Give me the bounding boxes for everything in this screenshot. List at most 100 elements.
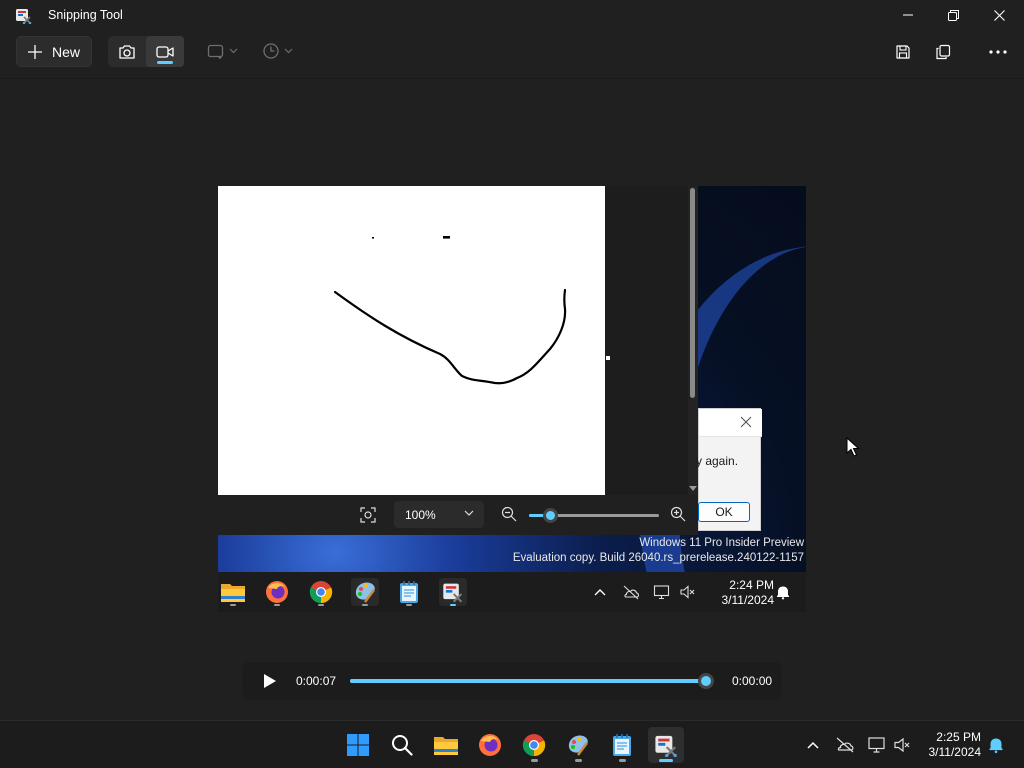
seek-knob[interactable]	[698, 673, 714, 689]
captured-date: 3/11/2024	[721, 593, 775, 607]
window-title: Snipping Tool	[48, 8, 123, 22]
recording-frame: 100% y again. OK Windows 11 Pro Insider …	[218, 186, 806, 612]
notification-bell-icon[interactable]	[986, 736, 1006, 754]
copy-button[interactable]	[929, 38, 957, 66]
taskbar-firefox[interactable]	[472, 727, 508, 763]
scroll-down-arrow-icon[interactable]	[689, 484, 697, 492]
clock-time: 2:25 PM	[936, 730, 981, 744]
onedrive-icon[interactable]	[835, 736, 855, 754]
captured-firefox	[263, 578, 291, 606]
paint-status-bar: 100%	[218, 495, 698, 535]
plus-icon	[28, 44, 42, 59]
camera-icon	[119, 44, 135, 59]
firefox-icon	[266, 581, 288, 603]
zoom-level-value: 100%	[405, 507, 436, 522]
record-mode-button[interactable]	[146, 36, 184, 67]
captured-onedrive-icon	[623, 585, 639, 600]
taskbar-file-explorer[interactable]	[428, 727, 464, 763]
paint-canvas	[218, 186, 605, 495]
error-dialog: y again. OK	[696, 408, 762, 531]
more-options-button[interactable]	[984, 38, 1012, 66]
captured-file-explorer	[219, 578, 247, 606]
mouse-cursor-icon	[846, 437, 860, 457]
save-icon	[896, 45, 910, 59]
captured-taskbar: 2:24 PM 3/11/2024	[218, 572, 806, 612]
copy-icon	[936, 44, 951, 60]
search-button[interactable]	[384, 727, 420, 763]
chrome-icon	[522, 734, 546, 757]
paint-vertical-scrollbar[interactable]	[688, 186, 698, 495]
taskbar-snipping-tool[interactable]	[648, 727, 684, 763]
new-button-label: New	[52, 43, 81, 60]
seek-bar[interactable]	[350, 679, 710, 683]
minimize-button[interactable]	[885, 0, 931, 30]
taskbar-notepad[interactable]	[604, 727, 640, 763]
taskbar-paint[interactable]	[560, 727, 596, 763]
captured-paint	[351, 578, 379, 606]
captured-volume-muted-icon	[680, 585, 695, 599]
captured-snipping-tool	[439, 578, 467, 606]
snipping-tool-icon	[655, 735, 677, 757]
chevron-down-icon	[464, 510, 474, 516]
captured-network-icon	[653, 585, 670, 600]
chrome-icon	[309, 581, 333, 604]
delay-dropdown[interactable]	[262, 40, 293, 62]
paint-icon	[568, 735, 588, 756]
fit-to-window-icon[interactable]	[360, 507, 376, 523]
new-button[interactable]: New	[16, 36, 92, 67]
minimize-icon	[903, 14, 913, 16]
clock-icon	[263, 43, 279, 59]
zoom-level-dropdown[interactable]: 100%	[394, 501, 484, 528]
toolbar: New	[0, 30, 1024, 74]
start-button[interactable]	[340, 727, 376, 763]
title-bar: Snipping Tool	[0, 0, 1024, 30]
zoom-in-icon[interactable]	[670, 506, 686, 522]
close-button[interactable]	[976, 0, 1022, 30]
screenshot-mode-button[interactable]	[108, 36, 146, 67]
watermark-line-2: Evaluation copy. Build 26040.rs_prerelea…	[512, 552, 804, 564]
captured-notification-bell-icon	[777, 586, 789, 600]
captured-notepad	[395, 578, 423, 606]
active-mode-indicator	[157, 61, 173, 64]
system-clock[interactable]: 2:25 PM 3/11/2024	[908, 730, 982, 760]
paint-icon	[355, 582, 375, 603]
zoom-out-icon[interactable]	[501, 506, 517, 522]
dialog-message: y again.	[696, 454, 739, 468]
rectangle-snip-icon	[207, 44, 224, 59]
end-time: 0:00:00	[732, 674, 773, 688]
dialog-ok-button[interactable]: OK	[698, 502, 750, 522]
taskbar-chrome[interactable]	[516, 727, 552, 763]
dialog-title-bar	[699, 409, 762, 437]
chevron-down-icon	[229, 48, 238, 54]
chevron-down-icon	[284, 48, 293, 54]
capture-mode-toggle	[108, 36, 184, 67]
captured-clock: 2:24 PM 3/11/2024	[704, 578, 775, 608]
notepad-icon	[400, 581, 418, 603]
taskbar: 2:25 PM 3/11/2024	[0, 720, 1024, 768]
notepad-icon	[613, 734, 631, 756]
zoom-slider-knob[interactable]	[543, 508, 558, 523]
close-icon	[993, 9, 1005, 21]
video-player-bar: 0:00:07 0:00:00	[242, 662, 782, 700]
drawing-strokes	[333, 236, 567, 385]
scroll-thumb[interactable]	[690, 188, 695, 398]
more-icon	[989, 50, 1007, 54]
clock-date: 3/11/2024	[928, 745, 982, 759]
snip-shape-dropdown[interactable]	[207, 40, 238, 62]
play-icon[interactable]	[260, 672, 278, 690]
windows-watermark: Windows 11 Pro Insider Preview Evaluatio…	[513, 536, 804, 566]
restore-button[interactable]	[930, 0, 976, 30]
show-hidden-icons-button[interactable]	[803, 736, 823, 754]
seek-progress	[350, 679, 703, 683]
restore-icon	[947, 9, 959, 21]
firefox-icon	[479, 734, 501, 756]
network-icon[interactable]	[867, 736, 887, 754]
captured-show-hidden-icons	[594, 589, 606, 596]
dialog-close-icon[interactable]	[739, 415, 753, 429]
search-icon	[392, 735, 413, 756]
windows-logo-icon	[347, 734, 369, 756]
watermark-line-1: Windows 11 Pro Insider Preview	[639, 537, 804, 549]
paint-canvas-margin	[605, 186, 698, 495]
video-camera-icon	[156, 45, 174, 58]
save-button[interactable]	[889, 38, 917, 66]
